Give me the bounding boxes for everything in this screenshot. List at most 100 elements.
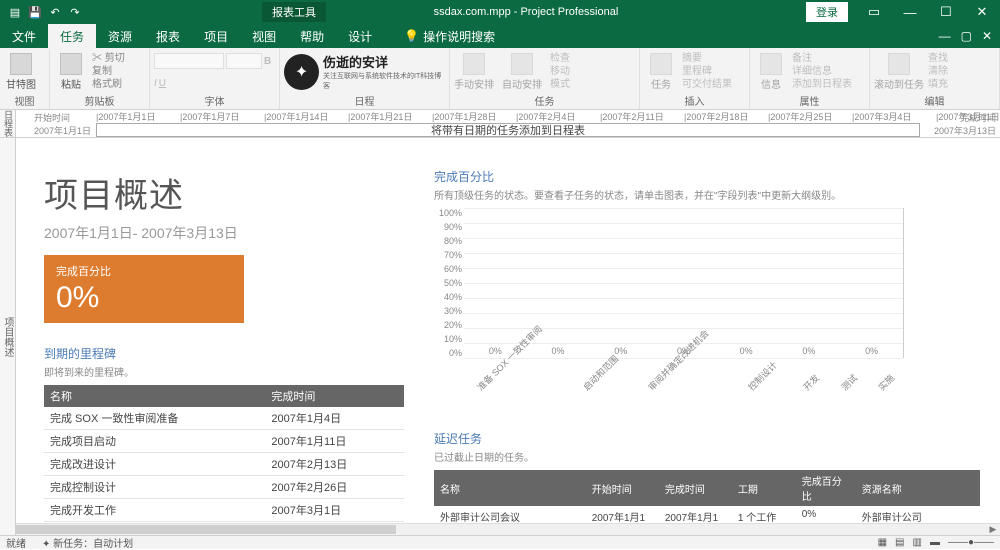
timeline-placeholder[interactable]: 将带有日期的任务添加到日程表: [96, 123, 920, 137]
mode-button[interactable]: 模式: [550, 78, 570, 91]
login-button[interactable]: 登录: [806, 2, 848, 22]
ribbon-close-icon[interactable]: ✕: [982, 29, 992, 43]
tab-design[interactable]: 设计: [336, 24, 384, 49]
view-icon-4[interactable]: ▬: [930, 537, 940, 548]
side-tab[interactable]: 项目概述: [0, 138, 16, 535]
zoom-slider[interactable]: ——●——: [948, 537, 994, 548]
auto-button[interactable]: 自动安排: [502, 53, 542, 91]
italic-button[interactable]: I: [154, 77, 157, 90]
move-button[interactable]: 移动: [550, 65, 570, 78]
tab-resource[interactable]: 资源: [96, 24, 144, 49]
deliverable-button[interactable]: 可交付结果: [682, 78, 732, 91]
tl-end-date: 2007年3月13日: [934, 126, 996, 136]
x-label: 审阅并确定改进机会: [645, 327, 711, 393]
table-row: 完成开发工作2007年3月1日: [44, 499, 404, 522]
col: 完成时间: [659, 470, 732, 506]
group-insert: 插入: [644, 93, 745, 109]
tell-me-label: 操作说明搜索: [423, 28, 495, 45]
group-schedule: 日程: [284, 93, 445, 109]
chart-sub: 所有顶级任务的状态。要查看子任务的状态，请单击图表，并在"字段列表"中更新大纲级…: [434, 187, 980, 202]
font-select[interactable]: [154, 53, 224, 69]
notes-button[interactable]: 备注: [792, 52, 852, 65]
col: 开始时间: [586, 470, 659, 506]
fill-button[interactable]: 填充: [928, 78, 948, 91]
view-icon-1[interactable]: ▦: [878, 537, 887, 548]
timeline[interactable]: 开始时间2007年1月1日 完成时间2007年3月13日 |2007年1月1日|…: [16, 110, 1000, 137]
group-font: 字体: [154, 93, 275, 109]
late-sub: 已过截止日期的任务。: [434, 449, 980, 464]
maximize-icon[interactable]: ☐: [928, 4, 964, 20]
table-row: 完成控制设计2007年2月26日: [44, 476, 404, 499]
scrollto-button[interactable]: 滚动到任务: [874, 53, 924, 91]
ribbon-min-icon[interactable]: —: [939, 29, 951, 43]
task-button[interactable]: 任务: [644, 53, 678, 91]
clear-button[interactable]: 清除: [928, 65, 948, 78]
x-label: 实施: [875, 371, 897, 393]
x-label: 控制设计: [745, 359, 780, 394]
details-button[interactable]: 详细信息: [792, 65, 852, 78]
view-icon-3[interactable]: ▥: [913, 537, 922, 548]
tab-task[interactable]: 任务: [48, 24, 96, 49]
status-newtask: ✦ 新任务：自动计划: [42, 535, 133, 550]
pct-card: 完成百分比 0%: [44, 255, 244, 323]
timeline-side[interactable]: 日程表: [0, 110, 16, 137]
tl-start-label: 开始时间: [34, 113, 70, 123]
bar-value: 0%: [740, 346, 753, 356]
group-properties: 属性: [754, 93, 865, 109]
report-daterange: 2007年1月1日- 2007年3月13日: [44, 223, 404, 243]
undo-icon[interactable]: ↶: [48, 5, 62, 19]
gantt-button[interactable]: 甘特图: [4, 53, 38, 91]
inspect-button[interactable]: 检查: [550, 52, 570, 65]
x-label: 准备 SOX 一致性审阅: [474, 322, 545, 393]
table-row: 完成改进设计2007年2月13日: [44, 453, 404, 476]
context-tab[interactable]: 报表工具: [262, 2, 326, 22]
hscroll[interactable]: ◀ ▶: [16, 523, 1000, 535]
tick: |2007年2月18日: [684, 110, 748, 123]
tick: |2007年1月21日: [348, 110, 412, 123]
fontsize-select[interactable]: [226, 53, 262, 69]
table-row: 完成项目启动2007年1月11日: [44, 430, 404, 453]
tab-file[interactable]: 文件: [0, 24, 48, 49]
tab-view[interactable]: 视图: [240, 24, 288, 49]
logo-sub: 关注互联网与系统软件技术的IT科技博客: [323, 71, 445, 91]
redo-icon[interactable]: ↷: [68, 5, 82, 19]
format-painter-button[interactable]: 格式刷: [92, 78, 125, 91]
info-button[interactable]: 信息: [754, 53, 788, 91]
tick: |2007年1月1日: [96, 110, 155, 123]
group-clipboard: 剪贴板: [54, 93, 145, 109]
col-name: 名称: [44, 385, 265, 407]
addtimeline-button[interactable]: 添加到日程表: [792, 78, 852, 91]
underline-button[interactable]: U: [159, 77, 166, 90]
tick: |2007年1月14日: [264, 110, 328, 123]
scroll-thumb[interactable]: [16, 525, 396, 534]
group-tasks: 任务: [454, 93, 635, 109]
manual-button[interactable]: 手动安排: [454, 53, 494, 91]
summary-button[interactable]: 摘要: [682, 52, 732, 65]
view-icon-2[interactable]: ▤: [895, 537, 904, 548]
tab-project[interactable]: 项目: [192, 24, 240, 49]
save-icon[interactable]: 💾: [28, 5, 42, 19]
tab-report[interactable]: 报表: [144, 24, 192, 49]
chart[interactable]: 100%90%80%70%60%50%40%30%20%10%0% 0%0%0%…: [464, 208, 904, 358]
tell-me[interactable]: 💡操作说明搜索: [404, 28, 495, 45]
tick: |2007年3月11日: [936, 110, 1000, 123]
tick: |2007年3月4日: [852, 110, 911, 123]
minimize-icon[interactable]: —: [892, 5, 928, 20]
scroll-right-icon[interactable]: ▶: [986, 524, 1000, 535]
milestone-button[interactable]: 里程碑: [682, 65, 732, 78]
find-button[interactable]: 查找: [928, 52, 948, 65]
tab-help[interactable]: 帮助: [288, 24, 336, 49]
copy-button[interactable]: 复制: [92, 65, 125, 78]
paste-button[interactable]: 粘贴: [54, 53, 88, 91]
bar-value: 0%: [802, 346, 815, 356]
bold-button[interactable]: B: [264, 55, 271, 68]
pct-value: 0%: [56, 281, 232, 315]
close-icon[interactable]: ✕: [964, 4, 1000, 20]
chart-title: 完成百分比: [434, 168, 980, 185]
ribbon-rest-icon[interactable]: ▢: [961, 29, 972, 43]
late-title: 延迟任务: [434, 430, 980, 447]
ribbon-options-icon[interactable]: ▭: [856, 4, 892, 20]
cut-button[interactable]: ✂ 剪切: [92, 52, 125, 65]
tl-start-date: 2007年1月1日: [34, 126, 91, 136]
app-icon: ▤: [8, 5, 22, 19]
